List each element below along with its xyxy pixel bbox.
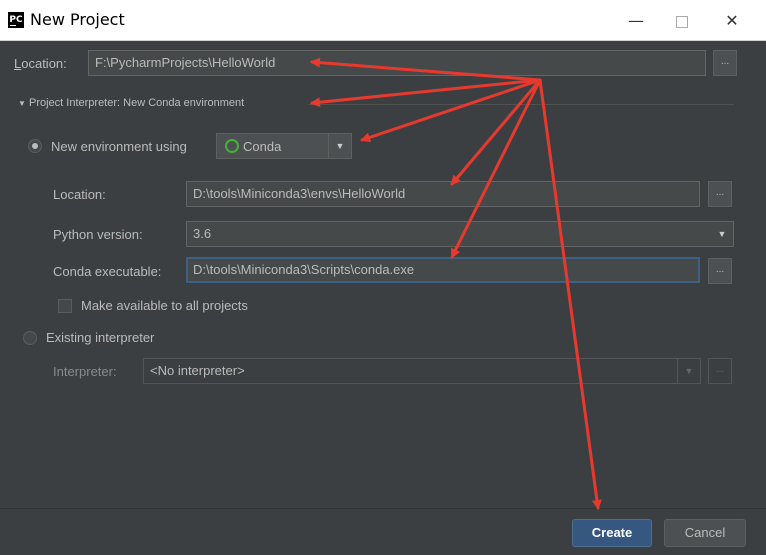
environment-tool-value: Conda: [243, 139, 282, 154]
interpreter-select[interactable]: <No interpreter> ▼: [143, 358, 701, 384]
new-environment-label: New environment using: [51, 139, 187, 154]
chevron-down-icon: ▼: [328, 134, 351, 158]
arrow-to-create-button: [538, 78, 602, 510]
make-available-checkbox[interactable]: [58, 299, 72, 313]
python-version-value: 3.6: [193, 226, 212, 241]
chevron-down-icon: ▼: [717, 229, 727, 239]
env-location-label: Location:: [53, 187, 106, 202]
environment-tool-select[interactable]: Conda ▼: [216, 133, 352, 159]
conda-executable-input[interactable]: D:\tools\Miniconda3\Scripts\conda.exe: [186, 257, 700, 283]
title-bar: PC New Project — ✕: [0, 0, 766, 41]
new-environment-radio[interactable]: [28, 139, 42, 153]
maximize-button[interactable]: [662, 6, 702, 36]
new-project-dialog: PC New Project — ✕ Location: F:\PycharmP…: [0, 0, 766, 555]
pycharm-app-icon: PC: [8, 12, 24, 28]
conda-executable-label: Conda executable:: [53, 264, 162, 279]
location-label: Location:: [14, 56, 67, 71]
conda-icon: [225, 139, 239, 153]
conda-executable-browse-button[interactable]: ...: [708, 258, 732, 284]
collapse-triangle-icon: ▼: [18, 99, 26, 108]
interpreter-label: Interpreter:: [53, 364, 117, 379]
minimize-button[interactable]: —: [616, 6, 656, 36]
project-location-input[interactable]: F:\PycharmProjects\HelloWorld: [88, 50, 706, 76]
interpreter-browse-button[interactable]: ...: [708, 358, 732, 384]
interpreter-section-title: Project Interpreter: New Conda environme…: [28, 97, 245, 109]
project-location-browse-button[interactable]: ...: [713, 50, 737, 76]
env-location-browse-button[interactable]: ...: [708, 181, 732, 207]
section-divider: [308, 104, 734, 105]
arrow-to-conda-select: [360, 78, 542, 143]
chevron-down-icon: ▼: [677, 359, 700, 383]
cancel-button[interactable]: Cancel: [664, 519, 746, 547]
make-available-label: Make available to all projects: [81, 298, 248, 313]
env-location-input[interactable]: D:\tools\Miniconda3\envs\HelloWorld: [186, 181, 700, 207]
create-button[interactable]: Create: [572, 519, 652, 547]
interpreter-section-toggle[interactable]: ▼ Project Interpreter: New Conda environ…: [18, 97, 244, 109]
arrow-to-env-location: [450, 78, 542, 186]
python-version-select[interactable]: 3.6 ▼: [186, 221, 734, 247]
python-version-label: Python version:: [53, 227, 143, 242]
interpreter-value: <No interpreter>: [150, 363, 245, 378]
maximize-icon: [676, 15, 688, 28]
window-title: New Project: [30, 10, 125, 29]
existing-interpreter-radio[interactable]: [23, 331, 37, 345]
existing-interpreter-label: Existing interpreter: [46, 330, 155, 345]
arrow-to-interpreter-section: [310, 78, 542, 108]
close-button[interactable]: ✕: [712, 6, 752, 36]
